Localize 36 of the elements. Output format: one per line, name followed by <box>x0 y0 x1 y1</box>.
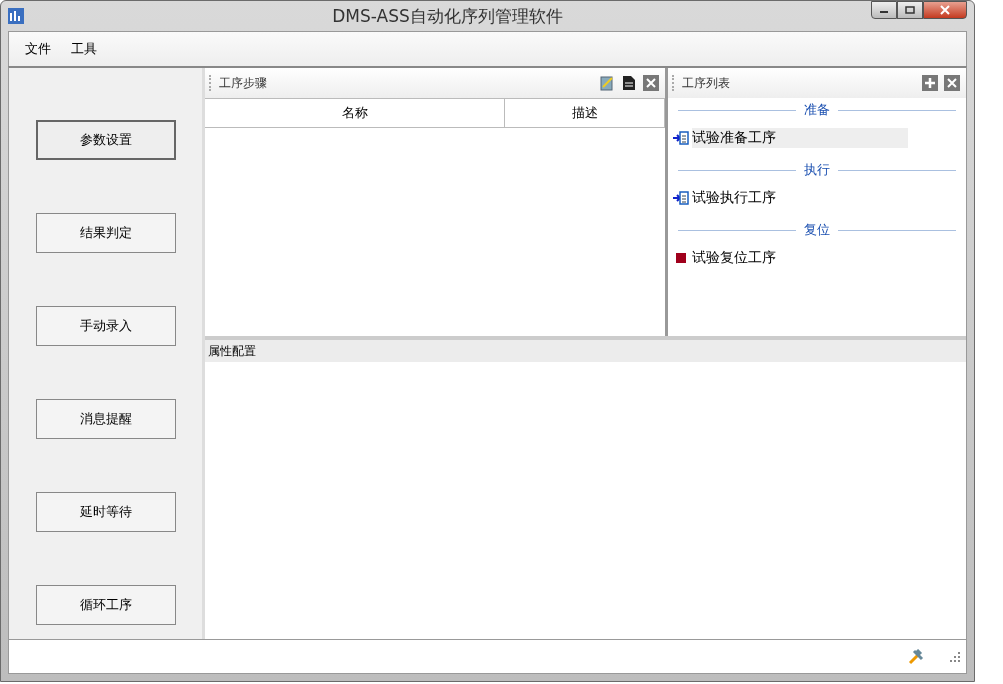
sequence-item[interactable]: 试验准备工序 <box>692 128 908 148</box>
menu-item[interactable]: 文件 <box>15 38 61 60</box>
close-icon[interactable] <box>643 75 659 91</box>
document-arrow-icon <box>673 130 689 146</box>
close-icon[interactable] <box>944 75 960 91</box>
tools-icon[interactable] <box>908 648 924 665</box>
window-title: DMS-ASS自动化序列管理软件 <box>331 4 564 28</box>
panel-title: 工序步骤 <box>219 74 268 92</box>
minimize-button[interactable] <box>871 1 897 19</box>
resize-grip-icon[interactable] <box>950 651 960 662</box>
group-header: 准备 <box>804 101 830 119</box>
group-header: 执行 <box>804 161 830 179</box>
close-button[interactable] <box>923 1 967 19</box>
panel-title: 工序列表 <box>682 74 731 92</box>
edit-icon[interactable] <box>599 75 615 91</box>
app-icon <box>8 8 24 24</box>
tool-button[interactable]: 循环工序 <box>35 585 176 625</box>
sequence-item[interactable]: 试验复位工序 <box>692 248 908 268</box>
column-header[interactable]: 描述 <box>505 99 665 127</box>
document-arrow-icon <box>673 190 689 206</box>
sequence-item[interactable]: 试验执行工序 <box>692 188 908 208</box>
menu-item[interactable]: 工具 <box>61 38 107 60</box>
document-icon[interactable] <box>621 75 637 91</box>
tool-button[interactable]: 延时等待 <box>35 492 176 532</box>
tool-button[interactable]: 参数设置 <box>35 120 176 160</box>
close-icon <box>940 5 950 15</box>
panel-title: 属性配置 <box>205 340 966 362</box>
tool-button[interactable]: 消息提醒 <box>35 399 176 439</box>
add-icon[interactable] <box>922 75 938 91</box>
maximize-button[interactable] <box>897 1 923 19</box>
stop-icon <box>673 250 689 266</box>
tool-button[interactable]: 手动录入 <box>35 306 176 346</box>
group-header: 复位 <box>804 221 830 239</box>
tool-button[interactable]: 结果判定 <box>35 213 176 253</box>
maximize-icon <box>905 6 915 14</box>
column-header[interactable]: 名称 <box>205 99 505 127</box>
